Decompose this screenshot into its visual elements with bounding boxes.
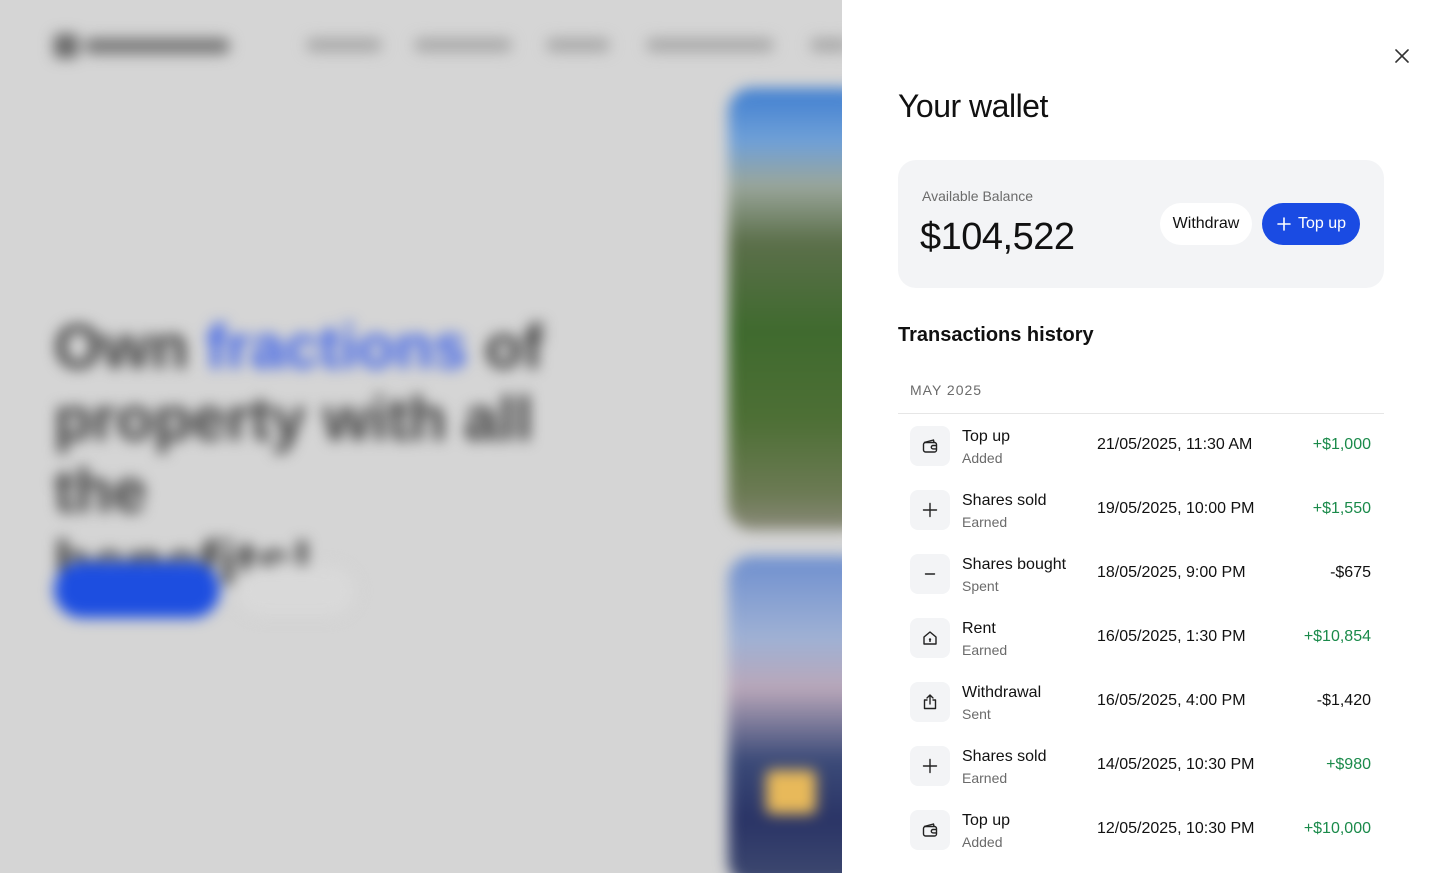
transaction-name: Withdrawal	[962, 684, 1042, 701]
transaction-status: Spent	[962, 578, 999, 594]
transaction-amount: +$1,000	[1312, 436, 1371, 453]
background-property-image	[728, 556, 842, 873]
wallet-icon	[921, 821, 939, 839]
transaction-status: Sent	[962, 706, 991, 722]
month-group-header: MAY 2025	[898, 370, 1384, 414]
transaction-date: 21/05/2025, 11:30 AM	[1097, 436, 1253, 453]
balance-label: Available Balance	[922, 188, 1034, 204]
wallet-drawer: Your wallet Available Balance $104,522 W…	[842, 0, 1440, 873]
home-icon	[921, 629, 939, 647]
background-hero-heading: Own fractions of property with all the b…	[54, 312, 574, 600]
transaction-row[interactable]: Shares sold Earned 19/05/2025, 10:00 PM +$1…	[898, 478, 1384, 542]
transaction-status: Earned	[962, 514, 1008, 530]
transaction-name: Shares sold	[962, 492, 1047, 509]
drawer-title: Your wallet	[898, 88, 1048, 124]
month-label: MAY 2025	[910, 382, 983, 398]
withdraw-button[interactable]: Withdraw	[1160, 203, 1252, 245]
transaction-amount: +$1,550	[1312, 500, 1371, 517]
transaction-row[interactable]: Rent Earned 16/05/2025, 1:30 PM +$10,854	[898, 606, 1384, 670]
transaction-name: Shares bought	[962, 556, 1067, 573]
transaction-row[interactable]: Shares sold Earned 14/05/2025, 10:30 PM +$9…	[898, 734, 1384, 798]
transactions-list: Top up Added 21/05/2025, 11:30 AM +$1,000 Sh…	[898, 414, 1384, 862]
plus-icon	[921, 501, 939, 519]
close-button[interactable]	[1390, 44, 1414, 68]
transaction-icon-box	[910, 682, 950, 722]
transaction-amount: -$1,420	[1316, 692, 1371, 709]
wallet-icon	[921, 437, 939, 455]
transaction-status: Earned	[962, 770, 1008, 786]
transaction-status: Added	[962, 834, 1003, 850]
transaction-status: Earned	[962, 642, 1008, 658]
transaction-icon-box	[910, 490, 950, 530]
transaction-date: 16/05/2025, 1:30 PM	[1097, 628, 1246, 645]
top-up-button[interactable]: Top up	[1262, 203, 1360, 245]
transaction-row[interactable]: Withdrawal Sent 16/05/2025, 4:00 PM -$1,420	[898, 670, 1384, 734]
transaction-amount: +$10,854	[1303, 628, 1371, 645]
transactions-history-title: Transactions history	[898, 324, 1094, 346]
transaction-row[interactable]: Top up Added 12/05/2025, 10:30 PM +$10,000	[898, 798, 1384, 862]
transaction-icon-box	[910, 426, 950, 466]
transaction-status: Added	[962, 450, 1003, 466]
transaction-icon-box	[910, 618, 950, 658]
hero-text-part: property with all the	[54, 385, 533, 526]
transaction-icon-box	[910, 554, 950, 594]
plus-icon	[921, 757, 939, 775]
hero-text-part: of	[467, 313, 544, 382]
upload-icon	[921, 693, 939, 711]
transaction-date: 12/05/2025, 10:30 PM	[1097, 820, 1255, 837]
transaction-amount: +$980	[1326, 756, 1371, 773]
balance-card: Available Balance $104,522 Withdraw Top …	[898, 160, 1384, 288]
background-nav-item	[810, 38, 842, 52]
transaction-icon-box	[910, 746, 950, 786]
background-secondary-button	[236, 566, 356, 616]
transaction-row[interactable]: Shares bought Spent 18/05/2025, 9:00 PM -$6…	[898, 542, 1384, 606]
background-window-light	[766, 770, 816, 814]
withdraw-button-label: Withdraw	[1172, 215, 1240, 232]
transaction-name: Top up	[962, 428, 1011, 445]
balance-value: $104,522	[920, 216, 1075, 258]
transaction-date: 19/05/2025, 10:00 PM	[1097, 500, 1255, 517]
background-nav-item	[546, 38, 610, 52]
plus-icon	[1277, 217, 1291, 231]
background-primary-button	[54, 562, 220, 618]
close-icon	[1395, 49, 1409, 63]
background-blur-layer: Own fractions of property with all the b…	[0, 0, 842, 873]
transaction-date: 16/05/2025, 4:00 PM	[1097, 692, 1246, 709]
transaction-name: Shares sold	[962, 748, 1047, 765]
background-property-image	[728, 88, 842, 530]
hero-text-part: Own	[54, 313, 206, 382]
top-up-button-label: Top up	[1297, 215, 1347, 232]
background-logo-mark	[54, 34, 78, 58]
minus-icon	[921, 565, 939, 583]
transaction-row[interactable]: Top up Added 21/05/2025, 11:30 AM +$1,000	[898, 414, 1384, 478]
transaction-amount: -$675	[1330, 564, 1371, 581]
transaction-icon-box	[910, 810, 950, 850]
background-nav-item	[646, 38, 774, 52]
background-nav-item	[306, 38, 382, 52]
transaction-date: 18/05/2025, 9:00 PM	[1097, 564, 1246, 581]
transaction-name: Rent	[962, 620, 996, 637]
background-page: Own fractions of property with all the b…	[0, 0, 842, 873]
background-logo-word	[84, 38, 230, 54]
background-nav-item	[414, 38, 512, 52]
hero-accent-word: fractions	[205, 313, 468, 382]
background-logo	[54, 32, 230, 60]
transaction-amount: +$10,000	[1303, 820, 1371, 837]
transaction-date: 14/05/2025, 10:30 PM	[1097, 756, 1255, 773]
transaction-name: Top up	[962, 812, 1011, 829]
